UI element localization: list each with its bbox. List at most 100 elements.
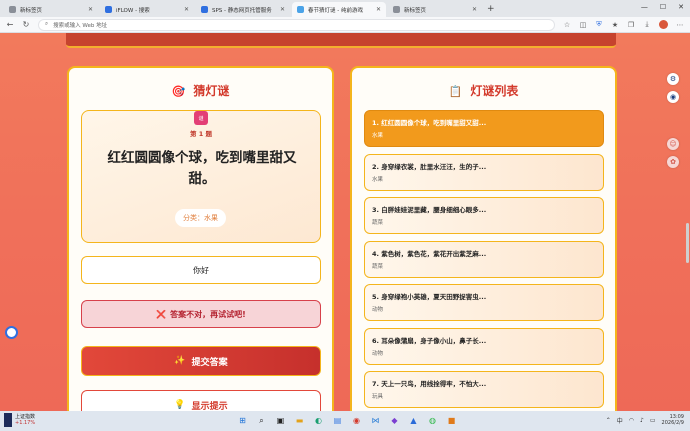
address-bar: ← ↻ ⌕ 搜索或输入 Web 地址 ☆ ◫ ⛨ ★ ❐ ⤓ ⋯ bbox=[0, 17, 690, 33]
stock-widget[interactable]: 上证指数 +1.17% bbox=[4, 413, 35, 427]
app-icon-purple[interactable]: ◆ bbox=[389, 415, 400, 426]
tab-favicon bbox=[9, 6, 16, 13]
header-banner bbox=[66, 33, 616, 48]
tray-chevron-icon[interactable]: ⌃ bbox=[606, 417, 611, 424]
battery-icon[interactable]: ▭ bbox=[650, 417, 656, 424]
app-icon-blue[interactable]: ▲ bbox=[408, 415, 419, 426]
taskbar-apps: ⊞ ⌕ ▣ ▬ ◐ ▤ ◉ ⋈ ◆ ▲ ◍ ■ bbox=[237, 415, 457, 426]
riddle-item-text: 1. 红红圆圆像个球，吃到嘴里甜又甜... bbox=[372, 119, 487, 127]
tab-title: 新标签页 bbox=[20, 7, 43, 14]
clock[interactable]: 13:09 2026/2/9 bbox=[662, 414, 684, 426]
browser-tab[interactable]: 新标签页 ✕ bbox=[4, 2, 98, 17]
page-scrollbar[interactable] bbox=[686, 223, 689, 263]
stock-widget-icon bbox=[4, 413, 12, 427]
tab-title: iFLOW - 搜索 bbox=[116, 7, 150, 14]
close-tab-icon[interactable]: ✕ bbox=[472, 6, 477, 13]
riddle-text: 红红圆圆像个球，吃到嘴里甜又甜。 bbox=[107, 150, 297, 187]
copilot-fab-icon[interactable]: ◉ bbox=[667, 91, 679, 103]
collections-icon[interactable]: ❐ bbox=[627, 21, 635, 29]
windows-taskbar: 上证指数 +1.17% ⊞ ⌕ ▣ ▬ ◐ ▤ ◉ ⋈ ◆ ▲ ◍ ■ ⌃ 中 … bbox=[0, 411, 690, 431]
favorites-icon[interactable]: ★ bbox=[611, 21, 619, 29]
close-tab-icon[interactable]: ✕ bbox=[376, 6, 381, 13]
maximize-icon[interactable]: ☐ bbox=[660, 3, 666, 11]
error-text: 答案不对，再试试吧! bbox=[170, 309, 246, 319]
lightbulb-icon: 💡 bbox=[174, 400, 186, 410]
riddle-item-category: 玩具 bbox=[372, 394, 384, 400]
download-icon[interactable]: ⤓ bbox=[643, 20, 651, 29]
tool-fab-icon[interactable]: ☺ bbox=[667, 138, 679, 150]
extension-icon[interactable]: ◫ bbox=[579, 21, 587, 29]
hint-label: 显示提示 bbox=[191, 401, 228, 412]
riddle-item-text: 4. 紫色树，紫色花，紫花开出紫芝麻... bbox=[372, 249, 487, 258]
floating-assistant-icon[interactable] bbox=[5, 326, 18, 339]
tab-title: SPS - 静态网页托管服务 bbox=[212, 7, 272, 14]
browser-tab[interactable]: iFLOW - 搜索 ✕ bbox=[100, 2, 194, 17]
clipboard-icon: 📋 bbox=[448, 85, 463, 98]
riddle-list-item[interactable]: 5. 身穿绿袍小英雄，夏天田野捉害虫... 动物 bbox=[364, 284, 604, 321]
page-body: 🎯 猜灯谜 谜 第 1 题 红红圆圆像个球，吃到嘴里甜又甜。 分类：水果 ❌ 答案… bbox=[0, 33, 690, 411]
tool-fab-icon-2[interactable]: ✿ bbox=[667, 156, 679, 168]
target-icon: 🎯 bbox=[171, 85, 186, 98]
app-icon-orange[interactable]: ■ bbox=[446, 415, 457, 426]
close-tab-icon[interactable]: ✕ bbox=[184, 6, 189, 13]
riddle-list-item[interactable]: 4. 紫色树，紫色花，紫花开出紫芝麻... 蔬菜 bbox=[364, 240, 604, 278]
browser-tab-active[interactable]: 春节猜灯谜 - 纯前游戏 ✕ bbox=[292, 2, 386, 17]
vscode-icon[interactable]: ⋈ bbox=[370, 415, 381, 426]
riddle-list-item[interactable]: 2. 身穿绿衣裳，肚里水汪汪，生的子... 水果 bbox=[364, 153, 604, 191]
browser-tab[interactable]: 新标签页 ✕ bbox=[388, 2, 482, 17]
minimize-icon[interactable]: — bbox=[641, 3, 648, 11]
riddle-item-text: 7. 天上一只鸟，用线拴得牢，不怕大... bbox=[372, 380, 487, 388]
close-window-icon[interactable]: ✕ bbox=[678, 3, 684, 11]
browser-tab[interactable]: SPS - 静态网页托管服务 ✕ bbox=[196, 2, 290, 17]
tab-title: 春节猜灯谜 - 纯前游戏 bbox=[308, 7, 363, 14]
app-icon-red[interactable]: ◉ bbox=[351, 415, 362, 426]
back-icon[interactable]: ← bbox=[6, 20, 14, 29]
new-tab-icon[interactable]: + bbox=[487, 4, 495, 14]
browser-tab-strip: 新标签页 ✕ iFLOW - 搜索 ✕ SPS - 静态网页托管服务 ✕ 春节猜… bbox=[0, 0, 690, 17]
refresh-icon[interactable]: ↻ bbox=[22, 20, 30, 29]
tab-title: 新标签页 bbox=[404, 7, 427, 14]
riddle-list-panel: 📋 灯谜列表 1. 红红圆圆像个球，吃到嘴里甜又甜... 水果 2. 身穿绿衣裳，… bbox=[350, 66, 617, 411]
clock-date: 2026/2/9 bbox=[661, 420, 684, 426]
close-tab-icon[interactable]: ✕ bbox=[88, 6, 93, 13]
shield-icon[interactable]: ⛨ bbox=[595, 20, 603, 29]
tab-favicon bbox=[105, 6, 112, 13]
list-panel-title: 📋 灯谜列表 bbox=[352, 82, 615, 99]
edge-browser-icon[interactable]: ◐ bbox=[313, 415, 324, 426]
riddle-badge: 谜 bbox=[194, 111, 208, 125]
riddle-item-category: 动物 bbox=[372, 350, 384, 357]
close-tab-icon[interactable]: ✕ bbox=[280, 6, 285, 13]
wechat-icon[interactable]: ◍ bbox=[427, 415, 438, 426]
submit-answer-button[interactable]: ✨ 提交答案 bbox=[81, 346, 321, 376]
profile-avatar[interactable] bbox=[659, 20, 668, 29]
wifi-icon[interactable]: ◠ bbox=[629, 417, 634, 424]
show-hint-button[interactable]: 💡 显示提示 bbox=[81, 390, 321, 411]
riddle-item-category: 蔬菜 bbox=[372, 263, 384, 270]
favorites-star-icon[interactable]: ☆ bbox=[563, 21, 571, 29]
riddle-list-item-active[interactable]: 1. 红红圆圆像个球，吃到嘴里甜又甜... 水果 bbox=[364, 110, 604, 147]
taskbar-search-icon[interactable]: ⌕ bbox=[256, 415, 267, 426]
url-input[interactable]: ⌕ 搜索或输入 Web 地址 bbox=[38, 18, 555, 31]
url-placeholder: 搜索或输入 Web 地址 bbox=[53, 22, 108, 29]
tab-favicon bbox=[393, 6, 400, 13]
riddle-list-item[interactable]: 6. 耳朵像蒲扇，身子像小山，鼻子长... 动物 bbox=[364, 327, 604, 365]
more-menu-icon[interactable]: ⋯ bbox=[676, 21, 684, 29]
window-controls: — ☐ ✕ bbox=[641, 3, 684, 11]
volume-icon[interactable]: ♪ bbox=[640, 417, 644, 424]
riddle-category: 分类：水果 bbox=[175, 209, 226, 227]
answer-input[interactable] bbox=[81, 256, 321, 284]
store-icon[interactable]: ▤ bbox=[332, 415, 343, 426]
cross-icon: ❌ bbox=[156, 309, 167, 319]
settings-fab-icon[interactable]: ⚙ bbox=[667, 73, 679, 85]
task-view-icon[interactable]: ▣ bbox=[275, 415, 286, 426]
riddle-list-item[interactable]: 3. 白胖娃娃泥里藏，腰身细细心眼多... 蔬菜 bbox=[364, 197, 604, 234]
riddle-number: 第 1 题 bbox=[189, 130, 213, 138]
guess-title-text: 猜灯谜 bbox=[193, 84, 230, 98]
input-language[interactable]: 中 bbox=[617, 416, 623, 425]
file-explorer-icon[interactable]: ▬ bbox=[294, 415, 305, 426]
riddle-list-item[interactable]: 7. 天上一只鸟，用线拴得牢，不怕大... 玩具 bbox=[364, 371, 604, 408]
riddle-item-category: 水果 bbox=[372, 176, 384, 183]
search-icon: ⌕ bbox=[45, 21, 49, 27]
windows-start-icon[interactable]: ⊞ bbox=[237, 415, 248, 426]
guess-panel-title: 🎯 猜灯谜 bbox=[69, 82, 332, 99]
